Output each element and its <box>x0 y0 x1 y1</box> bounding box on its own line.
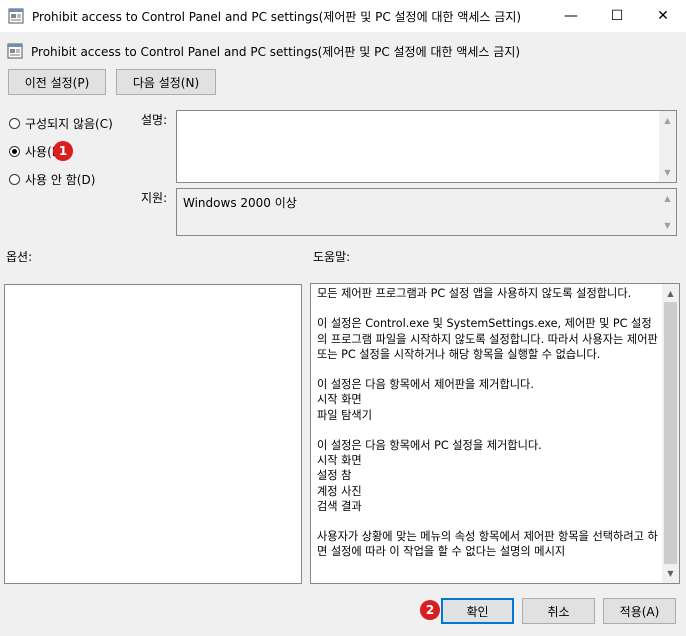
radio-circle-selected[interactable] <box>9 146 20 157</box>
scroll-up-icon[interactable]: ▲ <box>659 112 676 129</box>
scroll-up-icon[interactable]: ▲ <box>662 285 679 302</box>
supported-on-box: Windows 2000 이상 ▲ ▼ <box>176 188 677 236</box>
title-bar: Prohibit access to Control Panel and PC … <box>0 0 686 32</box>
radio-circle[interactable] <box>9 118 20 129</box>
comment-scrollbar[interactable]: ▲ ▼ <box>659 111 676 182</box>
previous-setting-button[interactable]: 이전 설정(P) <box>8 69 106 95</box>
policy-icon <box>8 8 24 24</box>
next-setting-button[interactable]: 다음 설정(N) <box>116 69 216 95</box>
radio-disabled[interactable]: 사용 안 함(D) <box>9 171 95 188</box>
minimize-icon: — <box>564 8 578 24</box>
radio-label: 사용 안 함(D) <box>25 173 96 187</box>
help-text: 모든 제어판 프로그램과 PC 설정 앱을 사용하지 않도록 설정합니다. 이 … <box>317 287 658 559</box>
comment-textarea[interactable]: ▲ ▼ <box>176 110 677 183</box>
scroll-down-icon[interactable]: ▼ <box>659 217 676 234</box>
supported-value: Windows 2000 이상 <box>183 196 297 210</box>
radio-not-configured[interactable]: 구성되지 않음(C) <box>9 115 113 132</box>
scroll-down-icon[interactable]: ▼ <box>659 164 676 181</box>
window-title: Prohibit access to Control Panel and PC … <box>32 10 522 24</box>
maximize-icon: ☐ <box>610 8 624 24</box>
options-label: 옵션: <box>6 250 33 264</box>
radio-label: 구성되지 않음(C) <box>25 117 113 131</box>
help-label: 도움말: <box>313 250 351 264</box>
policy-icon <box>7 43 23 59</box>
close-icon: ✕ <box>657 8 669 24</box>
ok-button[interactable]: 확인 <box>441 598 514 624</box>
options-pane <box>4 284 302 584</box>
policy-name: Prohibit access to Control Panel and PC … <box>31 45 521 59</box>
supported-scrollbar[interactable]: ▲ ▼ <box>659 189 676 235</box>
scroll-up-icon[interactable]: ▲ <box>659 190 676 207</box>
maximize-button[interactable]: ☐ <box>594 0 640 32</box>
step-badge-2: 2 <box>420 600 440 620</box>
help-pane: 모든 제어판 프로그램과 PC 설정 앱을 사용하지 않도록 설정합니다. 이 … <box>310 283 680 584</box>
apply-button[interactable]: 적용(A) <box>603 598 676 624</box>
minimize-button[interactable]: — <box>548 0 594 32</box>
step-badge-1: 1 <box>53 141 73 161</box>
supported-label: 지원: <box>141 191 168 205</box>
comment-label: 설명: <box>141 113 168 127</box>
cancel-button[interactable]: 취소 <box>522 598 595 624</box>
scroll-down-icon[interactable]: ▼ <box>662 565 679 582</box>
close-button[interactable]: ✕ <box>640 0 686 32</box>
scrollbar-thumb[interactable] <box>664 302 677 564</box>
radio-circle[interactable] <box>9 174 20 185</box>
help-scrollbar[interactable]: ▲ ▼ <box>662 284 679 583</box>
